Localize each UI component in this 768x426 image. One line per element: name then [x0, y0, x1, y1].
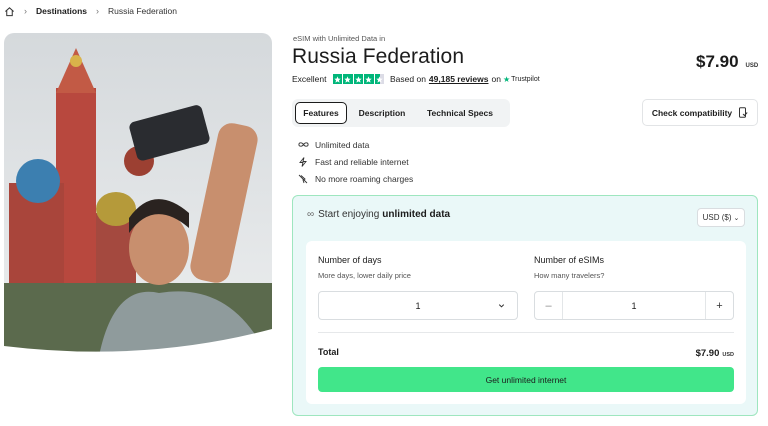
tab-description[interactable]: Description — [347, 102, 417, 124]
increment-button[interactable]: + — [705, 292, 733, 319]
price-currency: USD — [745, 63, 759, 69]
days-select[interactable]: 1 — [318, 291, 518, 320]
list-item: No more roaming charges — [297, 170, 413, 187]
purchase-card: Number of days More days, lower daily pr… — [306, 241, 746, 404]
currency-select-value: USD ($) — [702, 213, 732, 222]
half-star-icon — [374, 74, 384, 84]
star-icon — [364, 74, 374, 84]
rating-label: Excellent — [292, 74, 327, 84]
rating-stars — [332, 74, 384, 84]
days-label: Number of days — [318, 255, 382, 265]
total-currency: USD — [722, 352, 734, 358]
trustpilot-star-icon: ★ — [502, 74, 511, 84]
trustpilot-name: Trustpilot — [511, 75, 540, 83]
tab-technical-specs[interactable]: Technical Specs — [417, 102, 503, 124]
star-icon — [332, 74, 342, 84]
breadcrumb-destinations[interactable]: Destinations — [36, 6, 87, 16]
star-icon — [343, 74, 353, 84]
feature-label: Unlimited data — [315, 139, 370, 150]
breadcrumb: › Destinations › Russia Federation — [4, 4, 177, 18]
lightning-icon — [297, 156, 309, 167]
trustpilot-rating: Excellent Based on 49,185 reviews on ★ T… — [292, 73, 540, 85]
esims-hint: How many travelers? — [534, 271, 605, 280]
chevron-right-icon: › — [96, 6, 100, 16]
breadcrumb-current: Russia Federation — [108, 6, 177, 16]
hero-image — [4, 33, 272, 356]
rating-on: on — [491, 74, 501, 84]
list-item: Unlimited data — [297, 136, 413, 153]
rating-based-on: Based on — [390, 74, 426, 84]
no-roaming-icon — [297, 174, 309, 184]
infinity-icon — [297, 141, 309, 148]
product-subtitle: eSIM with Unlimited Data in — [293, 34, 386, 43]
feature-label: No more roaming charges — [315, 173, 414, 184]
currency-select[interactable]: USD ($) ⌄ — [697, 208, 745, 227]
esims-value[interactable]: 1 — [563, 301, 705, 311]
chevron-right-icon: › — [24, 6, 27, 16]
tab-features[interactable]: Features — [295, 102, 347, 124]
heading-prefix: Start enjoying — [318, 209, 380, 220]
star-icon — [353, 74, 363, 84]
phone-check-icon — [739, 107, 748, 118]
features-list: Unlimited data Fast and reliable interne… — [297, 136, 413, 187]
get-unlimited-internet-button[interactable]: Get unlimited internet — [318, 367, 734, 392]
esims-label: Number of eSIMs — [534, 255, 605, 265]
total-amount: $7.90 — [695, 348, 720, 359]
feature-label: Fast and reliable internet — [315, 156, 409, 167]
product-tabs: Features Description Technical Specs — [292, 99, 510, 127]
heading-bold: unlimited data — [382, 209, 451, 220]
purchase-heading: ∞ Start enjoying unlimited data — [307, 209, 450, 220]
trustpilot-logo: ★ Trustpilot — [503, 75, 540, 84]
page-title: Russia Federation — [292, 45, 465, 68]
days-hint: More days, lower daily price — [318, 271, 411, 280]
decrement-button[interactable]: – — [535, 292, 563, 319]
check-compatibility-button[interactable]: Check compatibility — [642, 99, 758, 126]
purchase-panel: ∞ Start enjoying unlimited data USD ($) … — [292, 195, 758, 416]
list-item: Fast and reliable internet — [297, 153, 413, 170]
home-icon[interactable] — [4, 6, 15, 17]
chevron-down-icon — [498, 304, 505, 308]
chevron-down-icon: ⌄ — [733, 214, 740, 222]
esims-stepper: – 1 + — [534, 291, 734, 320]
divider — [318, 332, 734, 333]
price-amount: $7.90 — [696, 52, 739, 71]
total-label: Total — [318, 347, 339, 357]
total-price: $7.90 USD — [696, 348, 734, 359]
infinity-icon: ∞ — [307, 209, 315, 220]
check-compatibility-label: Check compatibility — [651, 107, 733, 118]
days-select-value: 1 — [415, 300, 421, 311]
product-price: $7.90 USD — [696, 52, 758, 72]
reviews-link[interactable]: 49,185 reviews — [429, 74, 489, 84]
